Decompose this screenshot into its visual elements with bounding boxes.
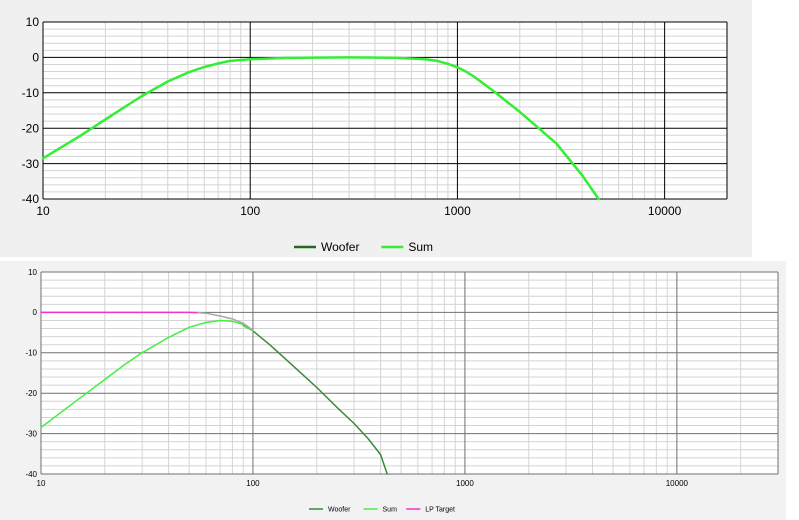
plot-area bbox=[43, 22, 727, 199]
y-tick-label: -10 bbox=[25, 349, 37, 358]
legend-label-woofer: Woofer bbox=[328, 506, 351, 513]
y-tick-label: -30 bbox=[22, 157, 40, 171]
y-tick-label: 0 bbox=[32, 51, 39, 65]
y-tick-label: -20 bbox=[25, 389, 37, 398]
y-tick-label: -20 bbox=[22, 121, 40, 135]
top-chart: 100-10-20-30-4010 100 1000 10000Woofer Sum bbox=[22, 15, 728, 254]
x-tick-label: 1000 bbox=[444, 204, 471, 218]
y-tick-label: -40 bbox=[25, 470, 37, 479]
x-tick-label: 1000 bbox=[456, 479, 474, 488]
y-tick-label: -30 bbox=[25, 429, 37, 438]
x-tick-label: 10 bbox=[36, 204, 50, 218]
y-tick-label: 10 bbox=[26, 15, 40, 29]
legend-label-woofer: Woofer bbox=[321, 240, 359, 254]
x-tick-label: 10 bbox=[37, 479, 46, 488]
bottom-chart-panel: 10 0 -10 -20 -30 -40 10 100 1000 10000 Woofer Sum LP… bbox=[0, 261, 786, 520]
x-tick-label: 10000 bbox=[666, 479, 689, 488]
bottom-chart: 100-10-20-30-4010 100 1000 10000Woofer Sum LP… bbox=[25, 268, 779, 513]
legend-label-lp-target: LP Target bbox=[425, 506, 455, 513]
legend-label-sum: Sum bbox=[408, 240, 433, 254]
top-chart-panel: 10 0 -10 -20 -30 -40 10 100 1000 10000 Woofer Sum bbox=[0, 0, 752, 257]
x-tick-label: 100 bbox=[246, 479, 260, 488]
x-tick-label: 10000 bbox=[648, 204, 682, 218]
y-tick-label: 10 bbox=[28, 268, 37, 277]
y-tick-label: -10 bbox=[22, 86, 40, 100]
legend-label-sum: Sum bbox=[383, 506, 398, 513]
y-tick-label: 0 bbox=[33, 308, 38, 317]
x-tick-label: 100 bbox=[240, 204, 260, 218]
